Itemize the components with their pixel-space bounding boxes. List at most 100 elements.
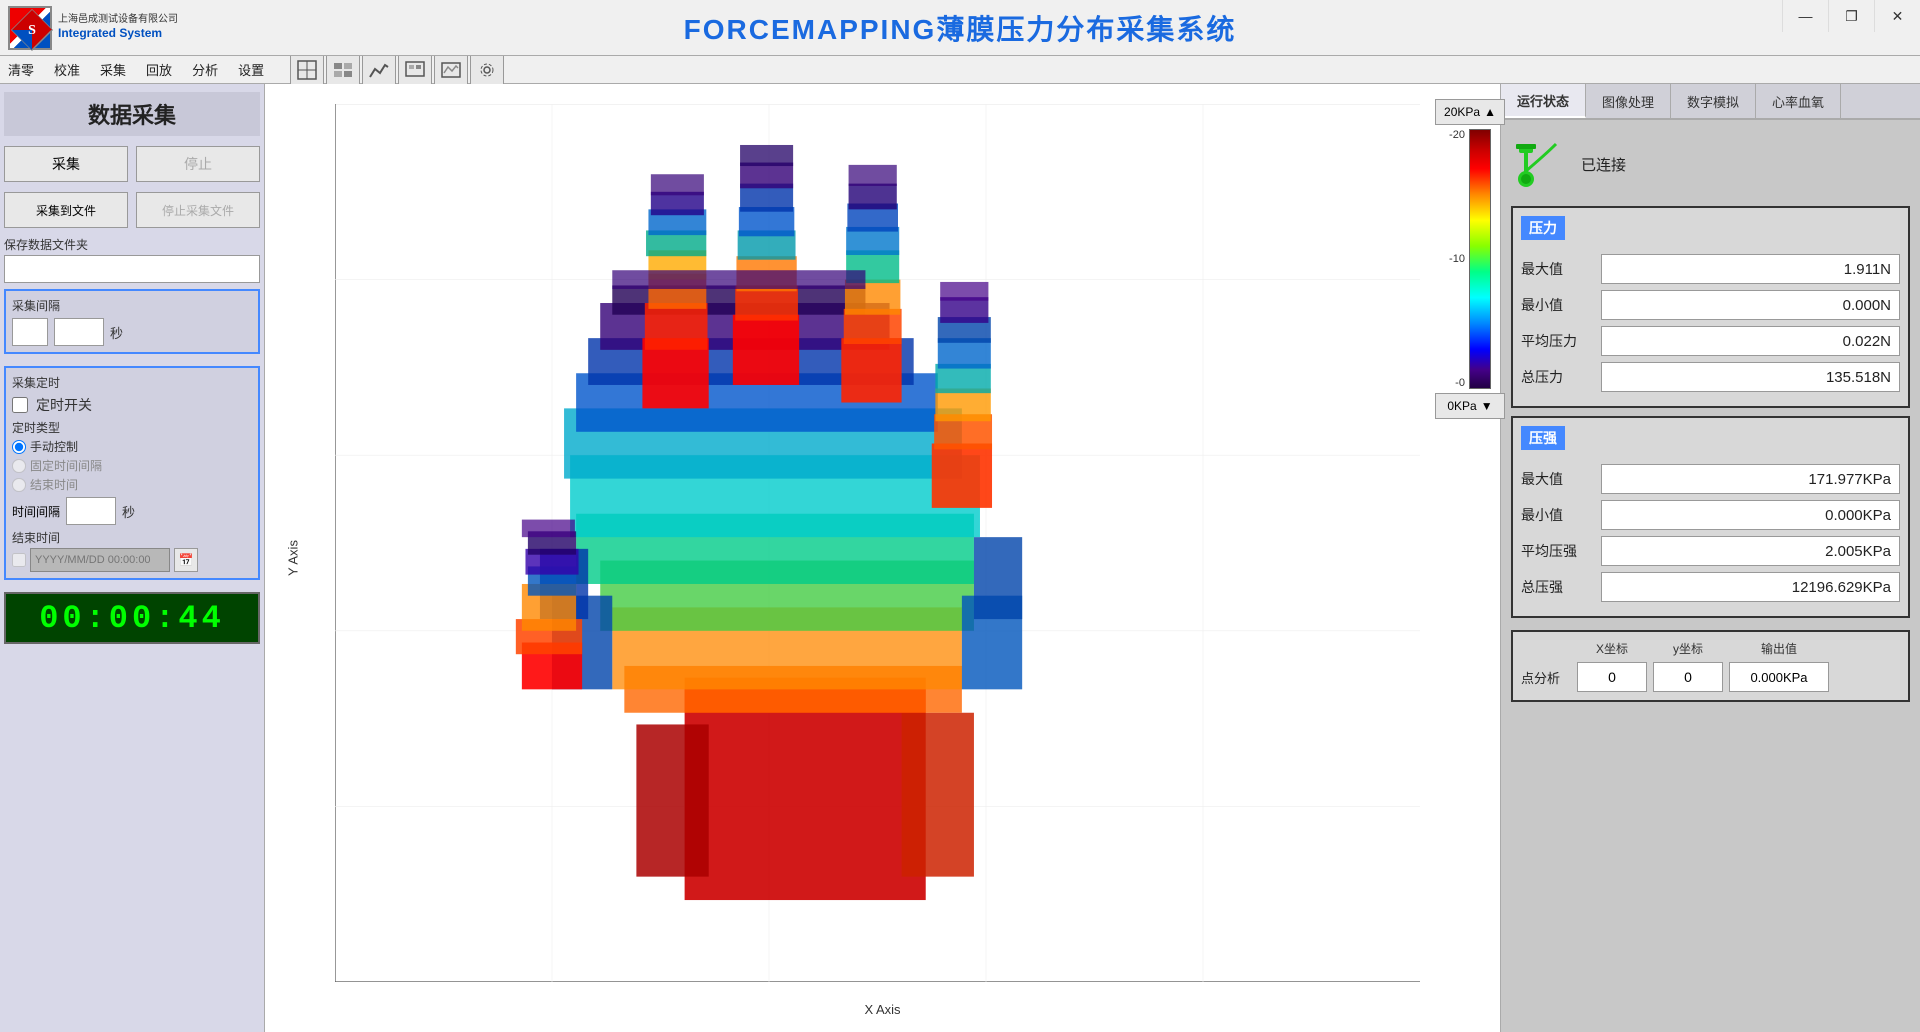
y-coord-value: 0 [1653,662,1723,692]
y-header-label: y坐标 [1673,642,1703,656]
menu-item-calibrate[interactable]: 校准 [50,58,84,81]
colorbar-top-btn[interactable]: 20KPa ▲ [1435,99,1505,125]
ps-avg-row: 平均压强 2.005KPa [1521,536,1900,566]
pressure-max-row: 最大值 1.911N [1521,254,1900,284]
ps-max-value: 171.977KPa [1601,464,1900,494]
integrated-label: Integrated System [58,26,178,42]
collect-buttons: 采集 停止 [4,146,260,182]
output-header-label: 输出值 [1761,642,1797,656]
end-time-checkbox[interactable] [12,553,26,567]
stop-button[interactable]: 停止 [136,146,260,182]
time-interval-label: 时间间隔 [12,503,60,520]
pressure-strength-title: 压强 [1521,426,1565,450]
menu-item-settings[interactable]: 设置 [234,58,268,81]
title-bar: S 上海邑成测试设备有限公司 Integrated System FORCEMA… [0,0,1920,56]
radio-end-input[interactable] [12,478,26,492]
right-content: 已连接 压力 最大值 1.911N 最小值 0.000N 平均压力 0.022N [1501,120,1920,1032]
stop-file-button[interactable]: 停止采集文件 [136,192,260,228]
x-axis-label: X Axis [864,1002,900,1017]
point-row: 点分析 0 0 0.000KPa [1521,662,1900,692]
ps-total-value: 12196.629KPa [1601,572,1900,602]
ps-min-label: 最小值 [1521,505,1601,525]
pressure-max-value: 1.911N [1601,254,1900,284]
pressure-max-label: 最大值 [1521,259,1601,279]
toolbar-icon-settings[interactable] [470,53,504,87]
radio-manual-input[interactable] [12,440,26,454]
svg-text:S: S [28,23,36,38]
interval-row: 10 秒 [12,318,252,346]
x-header-label: X坐标 [1596,642,1628,656]
radio-fixed-label: 固定时间间隔 [30,457,102,474]
toolbar-icon-4[interactable] [398,53,432,87]
timer-switch-label: 定时开关 [36,395,92,415]
time-interval-unit: 秒 [122,502,135,521]
chart-area: Y Axis X Axis 0.00 15.60 31.20 46.80 62.… [265,84,1500,1032]
connection-status: 已连接 [1581,154,1626,175]
pressure-total-row: 总压力 135.518N [1521,362,1900,392]
colorbar-bottom-btn[interactable]: 0KPa ▼ [1435,393,1505,419]
time-interval-row: 时间间隔 10 秒 [12,497,252,525]
toolbar-icon-1[interactable] [290,53,324,87]
pressure-avg-value: 0.022N [1601,326,1900,356]
calendar-button[interactable]: 📅 [174,548,198,572]
radio-manual-label: 手动控制 [30,438,78,455]
pressure-total-value: 135.518N [1601,362,1900,392]
menu-item-collect[interactable]: 采集 [96,58,130,81]
main-layout: 数据采集 采集 停止 采集到文件 停止采集文件 保存数据文件夹 采集间隔 10 … [0,84,1920,1032]
save-folder-input[interactable] [4,255,260,283]
chart-svg[interactable]: 0.00 15.60 31.20 46.80 62.40 78.00 0.00 … [335,104,1420,982]
ps-avg-label: 平均压强 [1521,541,1601,561]
end-time-label: 结束时间 [12,529,252,546]
pressure-min-label: 最小值 [1521,295,1601,315]
pressure-box: 压力 最大值 1.911N 最小值 0.000N 平均压力 0.022N 总压力… [1511,206,1910,408]
menu-item-clear[interactable]: 清零 [4,58,38,81]
ps-max-row: 最大值 171.977KPa [1521,464,1900,494]
company-name: 上海邑成测试设备有限公司 [58,13,178,26]
colorbar-top-label: 20KPa [1444,105,1480,119]
interval-small-input[interactable] [12,318,48,346]
toolbar-icon-5[interactable] [434,53,468,87]
timer-checkbox[interactable] [12,397,28,413]
left-panel: 数据采集 采集 停止 采集到文件 停止采集文件 保存数据文件夹 采集间隔 10 … [0,84,265,1032]
pressure-avg-row: 平均压力 0.022N [1521,326,1900,356]
pressure-strength-box: 压强 最大值 171.977KPa 最小值 0.000KPa 平均压强 2.00… [1511,416,1910,618]
output-value: 0.000KPa [1729,662,1829,692]
time-interval-input[interactable]: 10 [66,497,116,525]
pressure-total-label: 总压力 [1521,367,1601,387]
logo-text: 上海邑成测试设备有限公司 Integrated System [58,13,178,42]
pressure-min-row: 最小值 0.000N [1521,290,1900,320]
menu-item-playback[interactable]: 回放 [142,58,176,81]
colorbar-labels: -20 -10 -0 [1449,129,1465,389]
digital-clock: 00:00:44 [4,592,260,644]
tab-image-processing[interactable]: 图像处理 [1586,84,1671,118]
maximize-button[interactable]: ❐ [1828,0,1874,32]
toolbar-icon-2[interactable] [326,53,360,87]
panel-title: 数据采集 [4,92,260,136]
timer-type-label: 定时类型 [12,419,252,436]
toolbar-icon-3[interactable] [362,53,396,87]
colorbar-area: 20KPa ▲ -20 -10 -0 0KPa ▼ [1452,99,1488,419]
radio-end: 结束时间 [12,476,252,493]
right-panel: 运行状态 图像处理 数字模拟 心率血氧 [1500,84,1920,1032]
pressure-min-value: 0.000N [1601,290,1900,320]
y-coord-header: y坐标 [1653,640,1723,658]
menu-item-analyze[interactable]: 分析 [188,58,222,81]
tab-heart-rate[interactable]: 心率血氧 [1756,84,1841,118]
close-button[interactable]: ✕ [1874,0,1920,32]
tab-operation-status[interactable]: 运行状态 [1501,84,1586,118]
end-time-input[interactable] [30,548,170,572]
minimize-button[interactable]: — [1782,0,1828,32]
ps-min-row: 最小值 0.000KPa [1521,500,1900,530]
tab-bar: 运行状态 图像处理 数字模拟 心率血氧 [1501,84,1920,120]
radio-manual: 手动控制 [12,438,252,455]
main-title: FORCEMAPPING薄膜压力分布采集系统 [684,8,1237,48]
point-analysis-label: 点分析 [1521,668,1571,687]
collect-button[interactable]: 采集 [4,146,128,182]
collect-file-button[interactable]: 采集到文件 [4,192,128,228]
interval-num-input[interactable]: 10 [54,318,104,346]
timer-section: 采集定时 定时开关 定时类型 手动控制 固定时间间隔 结束时间 时间间隔 10 [4,366,260,580]
tab-digital-simulation[interactable]: 数字模拟 [1671,84,1756,118]
radio-fixed-input[interactable] [12,459,26,473]
logo-area: S 上海邑成测试设备有限公司 Integrated System [0,2,200,54]
interval-unit: 秒 [110,323,123,342]
